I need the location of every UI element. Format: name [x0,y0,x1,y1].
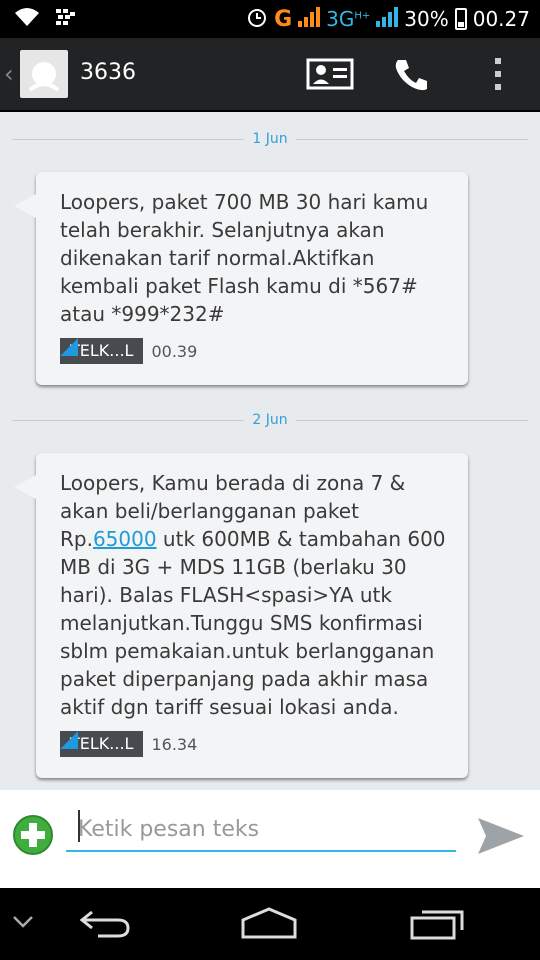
signal-orange-icon [298,6,321,32]
contact-title: 3636 [80,60,136,85]
recent-apps-icon[interactable] [410,906,466,944]
hide-keyboard-icon[interactable] [12,914,34,933]
message-time: 00.39 [151,341,198,361]
message-time: 16.34 [151,734,198,754]
battery-icon [454,8,467,30]
message-meta: TELK...L 00.39 [60,338,448,364]
message-meta: TELK...L 16.34 [60,731,448,757]
sim-badge: TELK...L [60,731,144,757]
phone-call-icon[interactable] [392,56,440,92]
message-text: Loopers, Kamu berada di zona 7 & akan be… [60,471,446,719]
navigation-bar [0,888,540,960]
send-icon[interactable] [476,816,526,856]
sim-badge: TELK...L [60,338,144,364]
sim-corner-icon [60,338,78,356]
phone-number-link[interactable]: 65000 [93,527,157,551]
action-bar: ‹ 3636 [0,38,540,112]
overflow-menu-icon[interactable] [486,56,510,92]
battery-percent: 30% [404,7,449,31]
message-input[interactable] [66,808,456,852]
alarm-icon [246,6,268,33]
sim-corner-icon [60,731,78,749]
wifi-icon [14,6,40,32]
text-cursor [78,810,80,842]
message-text: Loopers, paket 700 MB 30 hari kamu telah… [60,190,429,326]
contact-card-icon[interactable] [306,56,354,92]
compose-bar [0,790,540,888]
back-chevron-icon[interactable]: ‹ [4,60,14,88]
back-icon[interactable] [78,908,132,942]
network-3g-label: 3GH+ [326,7,371,31]
network-g-label: G [274,6,293,32]
date-header: 1 Jun [0,131,540,147]
date-header: 2 Jun [0,412,540,428]
message-bubble[interactable]: Loopers, paket 700 MB 30 hari kamu telah… [14,172,468,385]
signal-blue-icon [376,6,399,32]
bbm-icon [54,7,76,31]
home-icon[interactable] [240,906,298,944]
clock: 00.27 [472,7,530,31]
message-bubble[interactable]: Loopers, Kamu berada di zona 7 & akan be… [14,453,468,778]
add-attachment-icon[interactable] [12,814,54,856]
contact-avatar[interactable] [20,50,68,98]
status-bar: G 3GH+ 30% 00.27 [0,0,540,38]
